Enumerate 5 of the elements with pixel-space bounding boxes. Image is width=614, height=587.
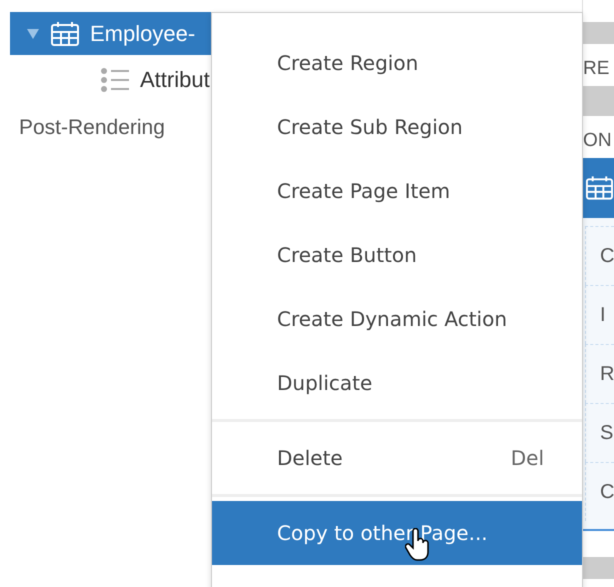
panel-label: RE (583, 58, 610, 80)
tree-label: Attribut (140, 67, 210, 93)
shortcut-label: Del (510, 446, 544, 470)
tree-label: Employee- (90, 20, 196, 46)
panel-label: ON (583, 130, 613, 152)
